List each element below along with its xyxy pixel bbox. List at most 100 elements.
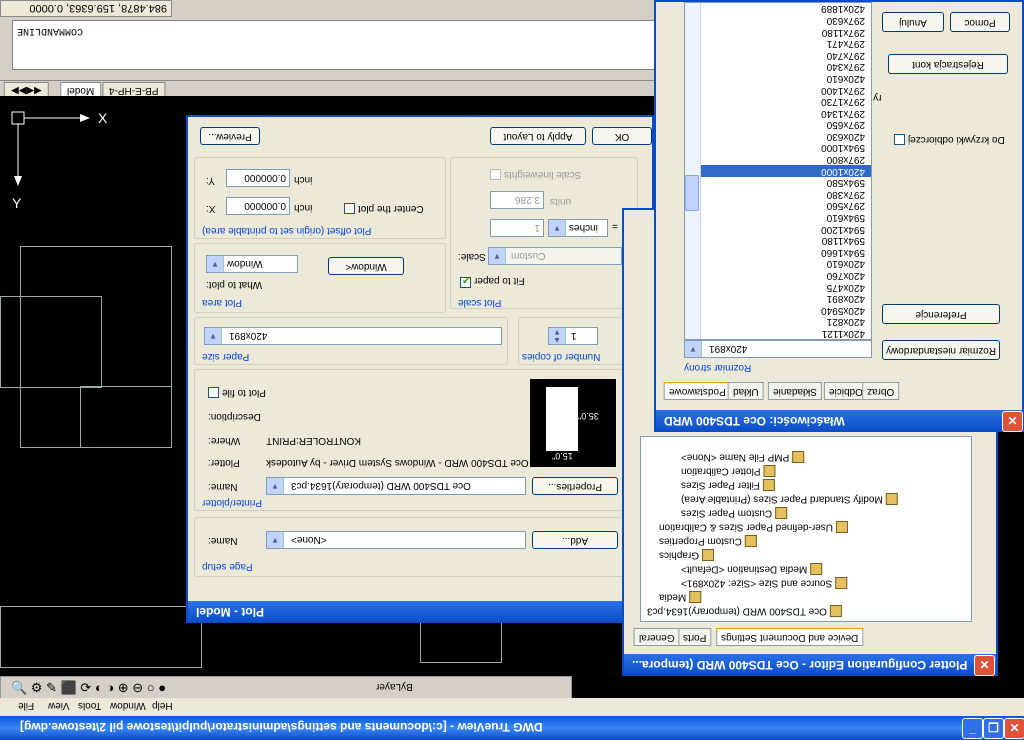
- page-size-option[interactable]: 594x580: [699, 177, 871, 188]
- page-size-option[interactable]: 420x630: [699, 130, 871, 142]
- page-size-option[interactable]: 594x1180: [699, 235, 871, 246]
- page-size-select[interactable]: 420x891 ▼: [684, 340, 872, 358]
- wl-tab-layout[interactable]: Układ: [728, 382, 764, 400]
- what-to-plot-select[interactable]: Window ▼: [206, 255, 298, 273]
- tree-media[interactable]: Media: [659, 591, 702, 603]
- restore-button[interactable]: ❐: [983, 718, 1004, 739]
- x-offset-field[interactable]: 0.000000: [226, 197, 290, 215]
- scale-select[interactable]: Custom ▼: [488, 247, 622, 265]
- preview-width: 15.0": [552, 451, 573, 461]
- pce-settings-tree[interactable]: Oce TDS400 WRD (temporary)1634.pc3 Media…: [640, 436, 972, 622]
- tree-root[interactable]: Oce TDS400 WRD (temporary)1634.pc3: [647, 605, 842, 617]
- page-size-option[interactable]: 297x800: [699, 154, 871, 165]
- toolbar-icons[interactable]: 🔍 ⚙ ✎ ⬛ ⟳ ◐ ◑ ⊕ ⊖ ○ ●: [11, 680, 166, 696]
- custom-size-button[interactable]: Rozmiar niestandardowy: [882, 340, 1000, 360]
- window-button[interactable]: Window<: [328, 257, 404, 275]
- apply-to-layout-button[interactable]: Apply to Layout: [490, 127, 586, 145]
- page-size-list[interactable]: 420x1121 420x821 420x5940 420x891 420x475 420…: [684, 2, 872, 340]
- cancel-button[interactable]: Anuluj: [882, 12, 944, 32]
- pce-tab-general[interactable]: General: [634, 628, 680, 646]
- tree-custom-paper-sizes[interactable]: Custom Paper Sizes: [681, 507, 788, 519]
- tree-user-paper-sizes[interactable]: User-defined Paper Sizes & Calibration: [659, 521, 848, 533]
- page-size-option[interactable]: 420x475: [699, 281, 871, 293]
- page-size-option[interactable]: 297x471: [699, 38, 871, 49]
- command-line[interactable]: COMMANDLINE: [12, 20, 662, 70]
- menu-file[interactable]: File: [18, 700, 34, 711]
- list-scroll-thumb[interactable]: [685, 175, 699, 211]
- tree-graphics[interactable]: Graphics: [659, 549, 715, 561]
- register-accounts-button[interactable]: Rejestracja kont: [888, 54, 1008, 74]
- menu-help[interactable]: Help: [152, 700, 173, 711]
- preview-height: 35.0": [578, 411, 599, 421]
- scale-value1-field[interactable]: 1: [490, 219, 544, 237]
- page-size-option[interactable]: 297x1180: [699, 26, 871, 38]
- tree-source-size[interactable]: Source and Size <Size: 420x891>: [681, 577, 848, 589]
- page-size-option[interactable]: 420x1889: [699, 3, 871, 14]
- page-size-option[interactable]: 297x740: [699, 49, 871, 61]
- page-size-option[interactable]: 297x630: [699, 14, 871, 26]
- page-size-option[interactable]: 420x610: [699, 258, 871, 269]
- plot-to-file-checkbox[interactable]: [208, 387, 219, 398]
- tree-custom-properties[interactable]: Custom Properties: [659, 535, 757, 547]
- page-size-option[interactable]: 420x1121: [699, 327, 871, 339]
- page-size-option[interactable]: 420x1000: [699, 165, 871, 177]
- help-button[interactable]: Pomoc: [950, 12, 1010, 32]
- tree-media-destination[interactable]: Media Destination <Default>: [681, 563, 823, 575]
- minimize-button[interactable]: _: [962, 718, 983, 739]
- layer-selector[interactable]: ByLayer: [376, 681, 413, 692]
- menu-window[interactable]: Window: [110, 700, 146, 711]
- scale-value2-field[interactable]: 3.286: [490, 191, 544, 209]
- pce-tab-device-settings[interactable]: Device and Document Settings: [716, 628, 864, 646]
- tree-filter-paper[interactable]: Filter Paper Sizes: [681, 479, 775, 491]
- page-size-option[interactable]: 297x560: [699, 200, 871, 211]
- wl-tab-folding[interactable]: Składanie: [768, 382, 822, 400]
- page-setup-name-select[interactable]: <None> ▼: [266, 531, 526, 549]
- page-size-option[interactable]: 297x1730: [699, 96, 871, 107]
- page-size-option[interactable]: 420x760: [699, 269, 871, 281]
- wl-close-button[interactable]: ✕: [1002, 411, 1023, 432]
- pce-tab-ports[interactable]: Ports: [678, 628, 712, 646]
- scale-lineweights-checkbox[interactable]: [490, 169, 501, 180]
- wl-tab-basic[interactable]: Podstawowe: [664, 382, 731, 400]
- properties-button[interactable]: Properties...: [532, 477, 618, 495]
- center-plot-label: Center the plot: [358, 203, 424, 214]
- tree-plotter-calibration[interactable]: Plotter Calibration: [681, 465, 776, 477]
- page-size-option[interactable]: 594x1200: [699, 223, 871, 235]
- preferences-button[interactable]: Preferencje: [882, 304, 1000, 324]
- menu-view[interactable]: View: [48, 700, 70, 711]
- page-size-option[interactable]: 420x610: [699, 72, 871, 84]
- close-app-button[interactable]: ✕: [1004, 718, 1024, 739]
- page-size-option[interactable]: 594x1000: [699, 142, 871, 154]
- preview-button[interactable]: Preview...: [200, 127, 260, 145]
- page-size-option[interactable]: 297x380: [699, 188, 871, 200]
- page-size-option[interactable]: 297x1400: [699, 84, 871, 96]
- add-button[interactable]: Add...: [532, 531, 618, 549]
- page-size-option[interactable]: 420x5940: [699, 304, 871, 316]
- menu-bar: File View Tools Window Help: [0, 698, 1024, 716]
- paper-size-select[interactable]: 420x891 ▼: [204, 327, 502, 345]
- ok-button[interactable]: OK: [592, 127, 652, 145]
- svg-text:X: X: [98, 110, 108, 126]
- list-scrollbar[interactable]: [685, 3, 701, 339]
- page-size-option[interactable]: 297x340: [699, 61, 871, 72]
- fit-to-paper-label: Fit to paper: [474, 275, 525, 286]
- y-offset-field[interactable]: 0.000000: [226, 169, 290, 187]
- y-offset-label: Y:: [206, 175, 215, 186]
- tree-pmp-file[interactable]: PMP File Name <None>: [681, 451, 805, 463]
- menu-tools[interactable]: Tools: [78, 700, 101, 711]
- page-size-option[interactable]: 297x1340: [699, 107, 871, 119]
- page-size-option[interactable]: 594x610: [699, 211, 871, 223]
- printer-name-select[interactable]: Oce TDS400 WRD (temporary)1634.pc3 ▼: [266, 477, 526, 495]
- tree-modify-standard[interactable]: Modify Standard Paper Sizes (Printable A…: [681, 493, 898, 505]
- copies-stepper[interactable]: 1 ▲ ▼: [548, 327, 598, 345]
- cut-checkbox[interactable]: [894, 134, 905, 145]
- page-size-option[interactable]: 297x650: [699, 119, 871, 130]
- center-plot-checkbox[interactable]: [344, 203, 355, 214]
- scale-unit-select[interactable]: inches ▼: [548, 219, 608, 237]
- wl-tab-image[interactable]: Obraz: [862, 382, 900, 400]
- fit-to-paper-checkbox[interactable]: ✔: [460, 276, 471, 288]
- pce-close-button[interactable]: ✕: [974, 655, 995, 676]
- page-size-option[interactable]: 594x1660: [699, 246, 871, 258]
- page-size-option[interactable]: 420x821: [699, 316, 871, 327]
- page-size-option[interactable]: 420x891: [699, 293, 871, 304]
